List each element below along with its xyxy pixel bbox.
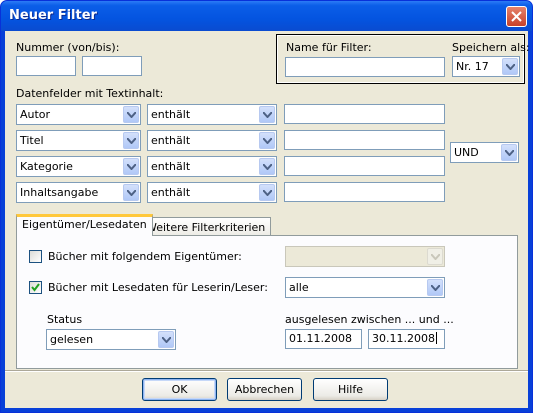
separator [5, 370, 528, 372]
help-button[interactable]: Hilfe [313, 378, 388, 401]
dropdown-arrow-icon [427, 248, 443, 265]
cancel-button[interactable]: Abbrechen [227, 378, 302, 401]
value-input-1[interactable] [284, 104, 445, 124]
value-input-3[interactable] [284, 156, 445, 176]
tab-panel: Bücher mit folgendem Eigentümer: Bücher … [16, 235, 518, 369]
field-combo-1[interactable]: Autor [16, 104, 141, 125]
dropdown-arrow-icon[interactable] [259, 158, 275, 175]
title-bar[interactable]: Neuer Filter [1, 1, 532, 31]
dropdown-arrow-icon[interactable] [158, 331, 174, 348]
operator-combo-2[interactable]: enthält [147, 130, 277, 151]
tab-weitere-filter[interactable]: Weitere Filterkriterien [140, 217, 272, 236]
nummer-label: Nummer (von/bis): [16, 41, 120, 54]
field-combo-3[interactable]: Kategorie [16, 156, 141, 177]
dropdown-arrow-icon[interactable] [501, 144, 517, 161]
field-combo-4[interactable]: Inhaltsangabe [16, 182, 141, 203]
value-input-4[interactable] [284, 182, 445, 202]
field-value: Kategorie [20, 160, 73, 173]
operator-combo-1[interactable]: enthält [147, 104, 277, 125]
datenfelder-label: Datenfelder mit Textinhalt: [16, 87, 164, 100]
nummer-from-input[interactable] [16, 56, 76, 76]
reader-value: alle [289, 281, 309, 294]
reader-checkbox[interactable] [29, 281, 42, 294]
dropdown-arrow-icon[interactable] [259, 106, 275, 123]
read-between-label: ausgelesen zwischen ... und ... [285, 313, 454, 326]
owner-checkbox[interactable] [29, 250, 42, 263]
field-value: Titel [20, 134, 44, 147]
dropdown-arrow-icon[interactable] [259, 132, 275, 149]
dropdown-arrow-icon[interactable] [123, 132, 139, 149]
logic-combo[interactable]: UND [450, 142, 519, 163]
dialog-window: Neuer Filter Nummer (von/bis): Name für … [0, 0, 533, 413]
reader-label: Bücher mit Lesedaten für Leserin/Leser: [48, 281, 268, 294]
text-caret [435, 332, 437, 344]
status-combo[interactable]: gelesen [46, 329, 176, 350]
operator-value: enthält [151, 108, 191, 121]
save-as-value: Nr. 17 [456, 60, 489, 73]
owner-label: Bücher mit folgendem Eigentümer: [48, 250, 242, 263]
close-icon [511, 11, 522, 22]
dropdown-arrow-icon[interactable] [123, 158, 139, 175]
filter-name-group: Name für Filter: Speichern als: Nr. 17 [276, 34, 530, 84]
save-as-label: Speichern als: [452, 41, 530, 54]
logic-value: UND [454, 146, 479, 159]
value-input-2[interactable] [284, 130, 445, 150]
status-label: Status [47, 313, 83, 326]
reader-combo[interactable]: alle [285, 277, 445, 298]
operator-value: enthält [151, 160, 191, 173]
read-to-input[interactable]: 30.11.2008 [368, 329, 445, 349]
close-button[interactable] [506, 6, 527, 27]
operator-combo-3[interactable]: enthält [147, 156, 277, 177]
read-to-value: 30.11.2008 [372, 332, 435, 345]
dropdown-arrow-icon[interactable] [123, 184, 139, 201]
dialog-body: Nummer (von/bis): Name für Filter: Speic… [5, 31, 530, 408]
checkmark-icon [31, 283, 40, 292]
owner-combo[interactable] [285, 246, 445, 267]
ok-button[interactable]: OK [142, 378, 217, 401]
field-combo-2[interactable]: Titel [16, 130, 141, 151]
dropdown-arrow-icon[interactable] [502, 58, 518, 75]
filter-name-input[interactable] [285, 57, 445, 77]
operator-value: enthält [151, 134, 191, 147]
dropdown-arrow-icon[interactable] [427, 279, 443, 296]
save-as-combo[interactable]: Nr. 17 [452, 56, 520, 77]
nummer-to-input[interactable] [82, 56, 142, 76]
operator-value: enthält [151, 186, 191, 199]
window-title: Neuer Filter [9, 8, 97, 23]
filter-name-label: Name für Filter: [286, 41, 372, 54]
operator-combo-4[interactable]: enthält [147, 182, 277, 203]
status-value: gelesen [50, 333, 94, 346]
dropdown-arrow-icon[interactable] [259, 184, 275, 201]
read-from-input[interactable]: 01.11.2008 [285, 329, 362, 349]
field-value: Inhaltsangabe [20, 186, 99, 199]
field-value: Autor [20, 108, 51, 121]
tab-eigentuemer[interactable]: Eigentümer/Lesedaten [16, 214, 153, 236]
dropdown-arrow-icon[interactable] [123, 106, 139, 123]
